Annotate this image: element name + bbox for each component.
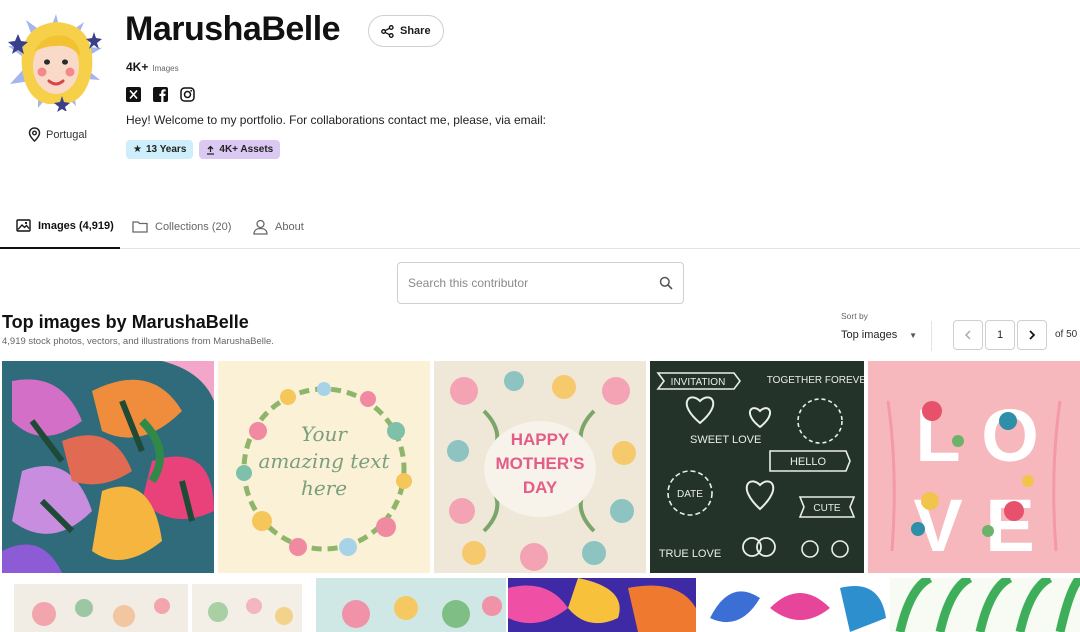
badges: ★ 13 Years 4K+ Assets — [126, 140, 281, 159]
tab-images[interactable]: Images (4,919) — [0, 204, 120, 249]
prev-page-button[interactable] — [953, 320, 983, 350]
tab-bar: Images (4,919) Collections (20) About — [0, 204, 1080, 249]
image-tile-floral-wreath[interactable]: Your amazing text here — [218, 361, 430, 573]
x-icon[interactable] — [126, 87, 141, 102]
tab-collections[interactable]: Collections (20) — [132, 204, 231, 249]
svg-text:HAPPY: HAPPY — [511, 430, 570, 449]
years-badge-label: 13 Years — [145, 144, 187, 155]
image-tile-row2-4[interactable] — [508, 578, 696, 632]
svg-text:DATE: DATE — [677, 489, 703, 500]
svg-text:O: O — [981, 394, 1039, 477]
stats-count: 4K+ — [126, 60, 149, 74]
location-pin-icon — [28, 127, 41, 142]
svg-text:MOTHER'S: MOTHER'S — [495, 454, 584, 473]
image-tile-row2-1[interactable] — [14, 584, 188, 632]
image-tile-love-letters[interactable]: L O V E — [868, 361, 1080, 573]
image-tile-row2-6[interactable] — [890, 578, 1080, 632]
svg-text:TRUE LOVE: TRUE LOVE — [659, 548, 721, 560]
svg-text:SWEET LOVE: SWEET LOVE — [690, 434, 761, 446]
svg-text:CUTE: CUTE — [813, 503, 841, 514]
social-links — [126, 87, 195, 102]
facebook-icon[interactable] — [153, 87, 168, 102]
sort-label: Sort by — [841, 311, 868, 321]
search-icon[interactable] — [659, 276, 673, 290]
tab-collections-label: Collections (20) — [155, 220, 232, 233]
assets-badge-label: 4K+ Assets — [219, 144, 274, 155]
location-label: Portugal — [46, 128, 87, 141]
image-tile-mothers-day[interactable]: HAPPY MOTHER'S DAY — [434, 361, 646, 573]
assets-badge: 4K+ Assets — [199, 140, 281, 159]
tab-about[interactable]: About — [253, 204, 304, 249]
image-tile-row2-5[interactable] — [700, 578, 886, 632]
tab-about-label: About — [275, 220, 304, 233]
svg-text:TOGETHER FOREVER: TOGETHER FOREVER — [767, 375, 864, 386]
svg-text:E: E — [985, 484, 1034, 567]
page-total: of 50 — [1055, 329, 1078, 340]
search-input[interactable] — [408, 276, 659, 290]
svg-text:DAY: DAY — [523, 478, 558, 497]
chevron-right-icon — [1029, 330, 1036, 340]
stats: 4K+ Images — [126, 60, 179, 74]
instagram-icon[interactable] — [180, 87, 195, 102]
svg-text:Your: Your — [301, 422, 348, 446]
share-icon — [381, 24, 394, 38]
stats-unit: Images — [152, 64, 179, 73]
upload-icon — [207, 145, 215, 155]
tab-images-label: Images (4,919) — [38, 219, 114, 232]
image-tile-row2-3[interactable] — [316, 578, 506, 632]
svg-text:amazing text: amazing text — [259, 449, 391, 473]
chevron-left-icon — [964, 330, 971, 340]
divider — [931, 321, 932, 351]
image-tile-tropical-flowers[interactable] — [2, 361, 214, 573]
folder-icon — [132, 221, 148, 233]
sort-value: Top images — [841, 329, 898, 341]
sort-select[interactable]: Top images ▼ — [841, 329, 917, 341]
image-icon — [16, 219, 31, 232]
share-button[interactable]: Share — [368, 15, 444, 47]
bio-text: Hey! Welcome to my portfolio. For collab… — [126, 113, 546, 127]
avatar[interactable] — [4, 8, 108, 112]
search-box — [397, 262, 684, 304]
next-page-button[interactable] — [1017, 320, 1047, 350]
section-subtitle: 4,919 stock photos, vectors, and illustr… — [2, 336, 274, 347]
section-title: Top images by MarushaBelle — [2, 312, 249, 332]
share-label: Share — [400, 25, 431, 37]
years-badge: ★ 13 Years — [126, 140, 194, 159]
image-tile-row2-2[interactable] — [192, 584, 302, 632]
svg-text:INVITATION: INVITATION — [671, 377, 726, 388]
person-icon — [253, 219, 268, 235]
location: Portugal — [28, 127, 87, 142]
star-icon: ★ — [133, 144, 142, 155]
caret-down-icon: ▼ — [909, 330, 917, 340]
svg-text:here: here — [301, 476, 347, 500]
svg-text:HELLO: HELLO — [790, 456, 827, 468]
profile-name: MarushaBelle — [125, 10, 341, 48]
image-tile-chalkboard[interactable]: INVITATION TOGETHER FOREVER SWEET LOVE H… — [650, 361, 864, 573]
page-number-input[interactable] — [985, 320, 1015, 350]
